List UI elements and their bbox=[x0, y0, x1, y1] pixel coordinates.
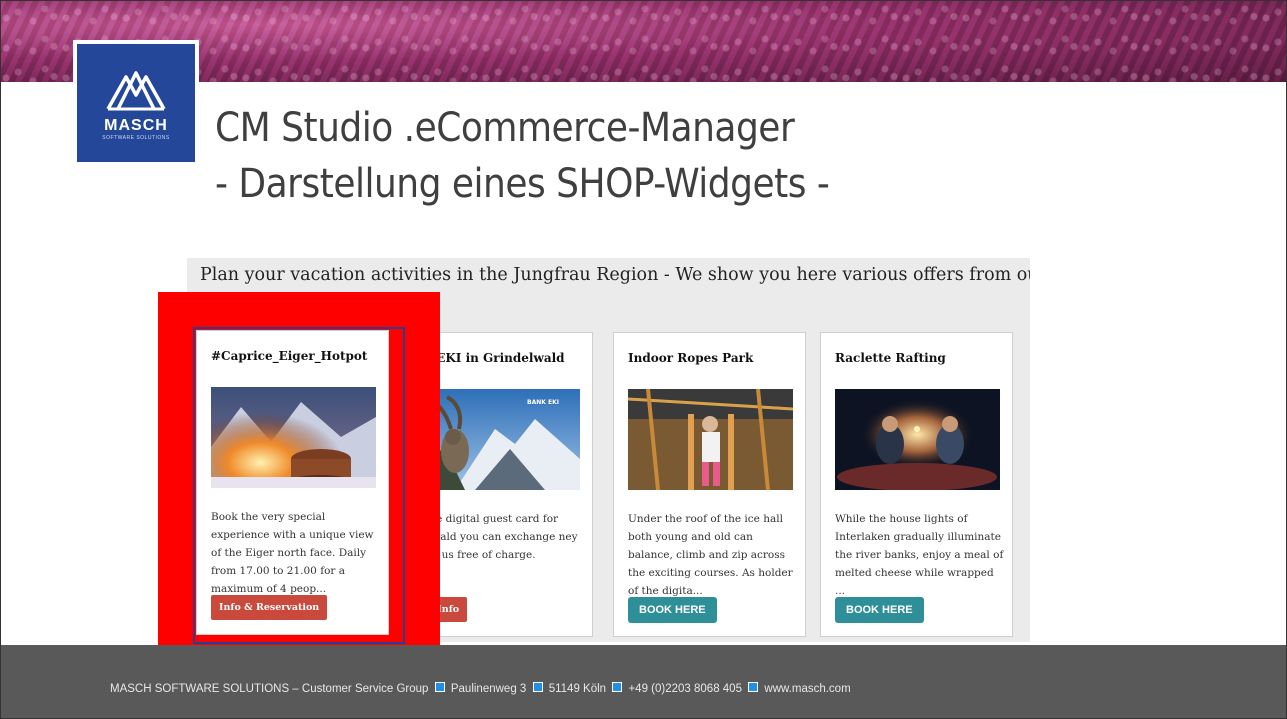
title-line-2: - Darstellung eines SHOP-Widgets - bbox=[215, 161, 830, 207]
card-description: While the house lights of Interlaken gra… bbox=[835, 513, 1004, 597]
book-here-button[interactable]: BOOK HERE bbox=[835, 597, 924, 623]
book-here-button[interactable]: BOOK HERE bbox=[628, 597, 717, 623]
square-bullet-icon bbox=[532, 682, 543, 692]
square-bullet-icon bbox=[748, 682, 759, 692]
logo-wordmark: MASCH bbox=[104, 117, 168, 134]
footer-company: MASCH SOFTWARE SOLUTIONS – Customer Serv… bbox=[110, 683, 429, 695]
masch-logo: MASCH SOFTWARE SOLUTIONS bbox=[73, 40, 199, 166]
logo-subtitle: SOFTWARE SOLUTIONS bbox=[102, 135, 170, 141]
card-title[interactable]: Raclette Rafting bbox=[835, 351, 946, 365]
footer-street: Paulinenweg 3 bbox=[450, 683, 527, 695]
footer-city: 51149 Köln bbox=[548, 683, 607, 695]
widget-intro-text: Plan your vacation activities in the Jun… bbox=[200, 265, 1030, 285]
square-bullet-icon bbox=[612, 682, 623, 692]
title-line-1: CM Studio .eCommerce-Manager bbox=[215, 105, 795, 151]
card-title[interactable]: Indoor Ropes Park bbox=[628, 351, 753, 365]
raclette-rafting-photo-icon[interactable] bbox=[835, 389, 1000, 490]
slide: MASCH SOFTWARE SOLUTIONS CM Studio .eCom… bbox=[0, 0, 1287, 719]
card-description: Under the roof of the ice hall both youn… bbox=[628, 513, 793, 597]
square-bullet-icon bbox=[434, 682, 445, 692]
footer-contact-line: MASCH SOFTWARE SOLUTIONS – Customer Serv… bbox=[110, 682, 851, 695]
footer-phone: +49 (0)2203 8068 405 bbox=[628, 683, 742, 695]
product-card-raclette-rafting[interactable]: Raclette Rafting While the house lights … bbox=[820, 332, 1013, 637]
mountain-logo-icon bbox=[106, 71, 166, 111]
highlight-frame bbox=[193, 327, 405, 644]
ropes-park-photo-icon[interactable] bbox=[628, 389, 793, 490]
product-card-ropes-park[interactable]: Indoor Ropes Park Under the roof of the … bbox=[613, 332, 806, 637]
footer-website-link[interactable]: www.masch.com bbox=[764, 683, 850, 695]
bank-eki-badge: BANK EKI bbox=[527, 399, 559, 406]
card-description: n the digital guest card for delwald you… bbox=[415, 513, 578, 561]
slide-title: CM Studio .eCommerce-Manager - Darstellu… bbox=[215, 100, 1215, 212]
